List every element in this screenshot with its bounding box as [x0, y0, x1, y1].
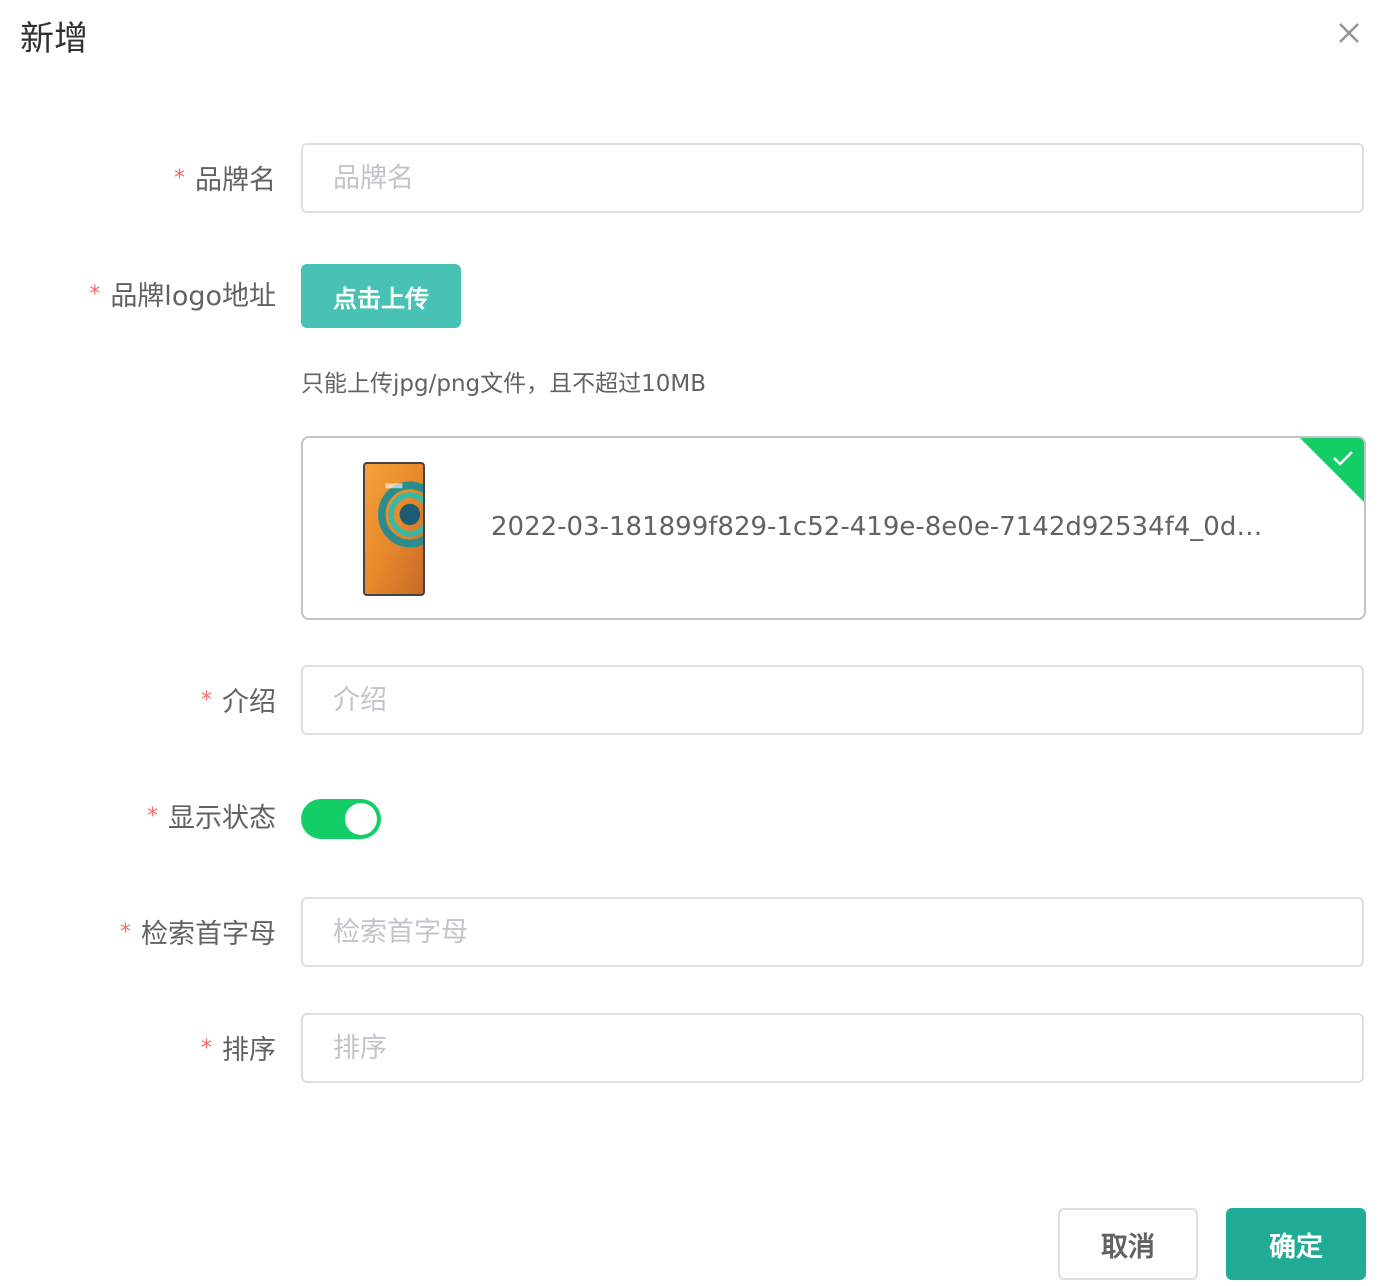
- sort-label: * 排序: [201, 1035, 276, 1066]
- close-icon: [1339, 23, 1359, 43]
- cancel-button[interactable]: 取消: [1058, 1208, 1198, 1280]
- required-mark: *: [174, 166, 185, 191]
- required-mark: *: [201, 688, 212, 713]
- show-status-label: * 显示状态: [147, 803, 276, 834]
- dialog-title: 新增: [20, 19, 88, 59]
- first-letter-label: * 检索首字母: [120, 919, 276, 950]
- file-thumbnail: [363, 462, 425, 596]
- upload-success-badge: [1300, 438, 1364, 502]
- first-letter-input[interactable]: [301, 897, 1364, 967]
- uploaded-file-item[interactable]: 2022-03-181899f829-1c52-419e-8e0e-7142d9…: [301, 436, 1366, 620]
- description-label: * 介绍: [201, 687, 276, 718]
- close-button[interactable]: [1330, 14, 1368, 52]
- toggle-knob: [345, 803, 377, 835]
- sort-input[interactable]: [301, 1013, 1364, 1083]
- required-mark: *: [89, 282, 101, 307]
- upload-tip: 只能上传jpg/png文件，且不超过10MB: [301, 371, 707, 397]
- confirm-button[interactable]: 确定: [1226, 1208, 1366, 1280]
- logo-label: * 品牌logo地址: [89, 281, 276, 312]
- upload-button[interactable]: 点击上传: [301, 264, 461, 328]
- description-input[interactable]: [301, 665, 1364, 735]
- brand-name-label: * 品牌名: [174, 165, 276, 196]
- required-mark: *: [201, 1036, 212, 1061]
- brand-name-input[interactable]: [301, 143, 1364, 213]
- required-mark: *: [120, 920, 131, 945]
- show-status-toggle[interactable]: [301, 799, 381, 839]
- file-name: 2022-03-181899f829-1c52-419e-8e0e-7142d9…: [491, 512, 1271, 542]
- required-mark: *: [147, 804, 158, 829]
